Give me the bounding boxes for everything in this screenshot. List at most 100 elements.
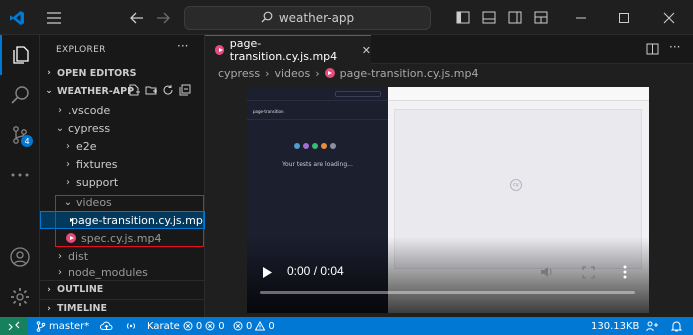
- source-control-icon[interactable]: [0, 115, 40, 155]
- split-editor-icon[interactable]: [646, 43, 659, 58]
- tree-item-label: cypress: [68, 121, 111, 135]
- cloud-upload-icon: [100, 321, 113, 330]
- tree-item-label: .vscode: [68, 103, 111, 117]
- breadcrumb-item[interactable]: page-transition.cy.js.mp4: [340, 67, 479, 80]
- search-view-icon[interactable]: [0, 75, 40, 115]
- breadcrumb-separator-icon: ›: [265, 66, 270, 80]
- chevron-down-icon: ⌄: [45, 86, 53, 96]
- new-folder-icon[interactable]: [145, 84, 157, 99]
- editor-area: page-transition.cy.js.mp4 ✕ ··· cypress …: [205, 35, 693, 317]
- error-circle-icon: [183, 321, 193, 331]
- breadcrumb-item[interactable]: cypress: [218, 67, 260, 80]
- source-control-badge: 4: [21, 135, 33, 147]
- tree-item-label: fixtures: [76, 157, 118, 171]
- timeline-section[interactable]: › TIMELINE: [40, 299, 205, 317]
- toggle-secondary-sidebar-icon[interactable]: [506, 0, 524, 35]
- maximize-icon[interactable]: [611, 0, 637, 35]
- tab-label: page-transition.cy.js.mp4: [229, 37, 338, 63]
- git-branch-icon: [36, 320, 46, 332]
- broadcast-icon: [126, 323, 136, 329]
- outline-label: OUTLINE: [57, 284, 104, 295]
- toggle-panel-icon[interactable]: [480, 0, 498, 35]
- chevron-right-icon: ›: [58, 250, 62, 262]
- chevron-down-icon: ⌄: [55, 122, 65, 134]
- close-tab-icon[interactable]: ✕: [362, 44, 371, 57]
- notifications-bell-icon[interactable]: [671, 317, 682, 335]
- tree-folder-node-modules[interactable]: › node_modules: [40, 265, 205, 279]
- toggle-sidebar-icon[interactable]: [454, 0, 472, 35]
- explorer-more-actions-icon[interactable]: ···: [177, 39, 188, 53]
- chevron-right-icon: ›: [66, 176, 70, 188]
- new-file-icon[interactable]: [128, 84, 140, 99]
- open-editors-section[interactable]: › OPEN EDITORS: [40, 64, 205, 82]
- problems-warnings: 0: [268, 320, 275, 332]
- remote-indicator[interactable]: [0, 317, 28, 335]
- activity-bar: 4: [0, 35, 40, 317]
- tree-file-spec[interactable]: spec.cy.js.mp4: [40, 229, 205, 247]
- collapse-all-icon[interactable]: [179, 84, 191, 99]
- accounts-icon[interactable]: [0, 237, 40, 277]
- tree-folder-dist[interactable]: › dist: [40, 247, 205, 265]
- tree-item-label: spec.cy.js.mp4: [81, 231, 162, 245]
- search-icon: [261, 11, 273, 26]
- branch-name: master*: [49, 320, 90, 332]
- minimize-icon[interactable]: [568, 0, 594, 35]
- more-views-icon[interactable]: [0, 155, 40, 195]
- video-time: 0:00 / 0:04: [287, 264, 344, 278]
- refresh-icon[interactable]: [162, 84, 174, 99]
- status-bar: master* Karate 0 0 0 0 130.13KB: [0, 317, 693, 335]
- breadcrumb-item[interactable]: videos: [274, 67, 310, 80]
- tree-folder-cypress[interactable]: ⌄ cypress: [40, 119, 205, 137]
- forward-arrow-icon[interactable]: [154, 0, 172, 35]
- tree-folder-videos[interactable]: ⌄ videos: [40, 193, 205, 211]
- back-arrow-icon[interactable]: [128, 0, 146, 35]
- chevron-right-icon: ›: [66, 158, 70, 170]
- tree-item-label: page-transition.cy.js.mp4: [71, 213, 210, 227]
- explorer-icon[interactable]: [0, 35, 40, 75]
- tree-folder-support[interactable]: › support: [40, 173, 205, 191]
- video-player[interactable]: page-transition Your tests are loading..…: [247, 87, 649, 313]
- close-window-icon[interactable]: [656, 0, 682, 35]
- video-loading-text: Your tests are loading...: [282, 161, 353, 168]
- broadcast-indicator[interactable]: [125, 317, 137, 335]
- karate-errors: 0: [195, 320, 203, 332]
- tree-folder-fixtures[interactable]: › fixtures: [40, 155, 205, 173]
- customize-layout-icon[interactable]: [532, 0, 550, 35]
- warning-triangle-icon: [255, 321, 266, 331]
- problems-errors: 0: [246, 320, 253, 332]
- tree-item-label: videos: [76, 195, 112, 209]
- settings-gear-icon[interactable]: [0, 277, 40, 317]
- title-bar: weather-app: [0, 0, 693, 35]
- editor-more-actions-icon[interactable]: ···: [669, 40, 680, 54]
- outline-section[interactable]: › OUTLINE: [40, 280, 205, 298]
- error-icon: [233, 321, 243, 331]
- karate-label: Karate: [147, 320, 180, 332]
- accounts-status-icon[interactable]: [646, 317, 658, 335]
- more-options-icon[interactable]: [623, 265, 627, 282]
- volume-icon[interactable]: [540, 265, 555, 282]
- problems-indicator[interactable]: 0 0: [233, 317, 275, 335]
- tree-folder-vscode[interactable]: › .vscode: [40, 101, 205, 119]
- video-progress-bar[interactable]: [260, 291, 635, 294]
- tree-item-label: node_modules: [68, 265, 148, 279]
- tree-file-page-transition[interactable]: page-transition.cy.js.mp4: [40, 211, 210, 229]
- cypress-logo-icon: cy: [510, 179, 522, 191]
- play-icon[interactable]: [261, 266, 273, 282]
- fullscreen-icon[interactable]: [582, 266, 595, 282]
- tab-page-transition[interactable]: page-transition.cy.js.mp4 ✕: [205, 35, 371, 64]
- publish-indicator[interactable]: [100, 317, 113, 335]
- warning-icon: [205, 321, 215, 331]
- menu-icon[interactable]: [44, 0, 64, 35]
- chevron-right-icon: ›: [58, 266, 62, 278]
- video-file-icon: [215, 45, 224, 55]
- search-text: weather-app: [278, 11, 355, 25]
- karate-indicator[interactable]: Karate 0 0: [147, 317, 225, 335]
- tree-folder-e2e[interactable]: › e2e: [40, 137, 205, 155]
- chevron-right-icon: ›: [47, 68, 51, 78]
- command-center-search[interactable]: weather-app: [184, 6, 431, 30]
- branch-indicator[interactable]: master*: [36, 317, 89, 335]
- video-controls: 0:00 / 0:04: [247, 259, 649, 313]
- tree-item-label: dist: [68, 249, 89, 263]
- chevron-right-icon: ›: [58, 104, 62, 116]
- workspace-label: WEATHER-APP: [57, 85, 135, 97]
